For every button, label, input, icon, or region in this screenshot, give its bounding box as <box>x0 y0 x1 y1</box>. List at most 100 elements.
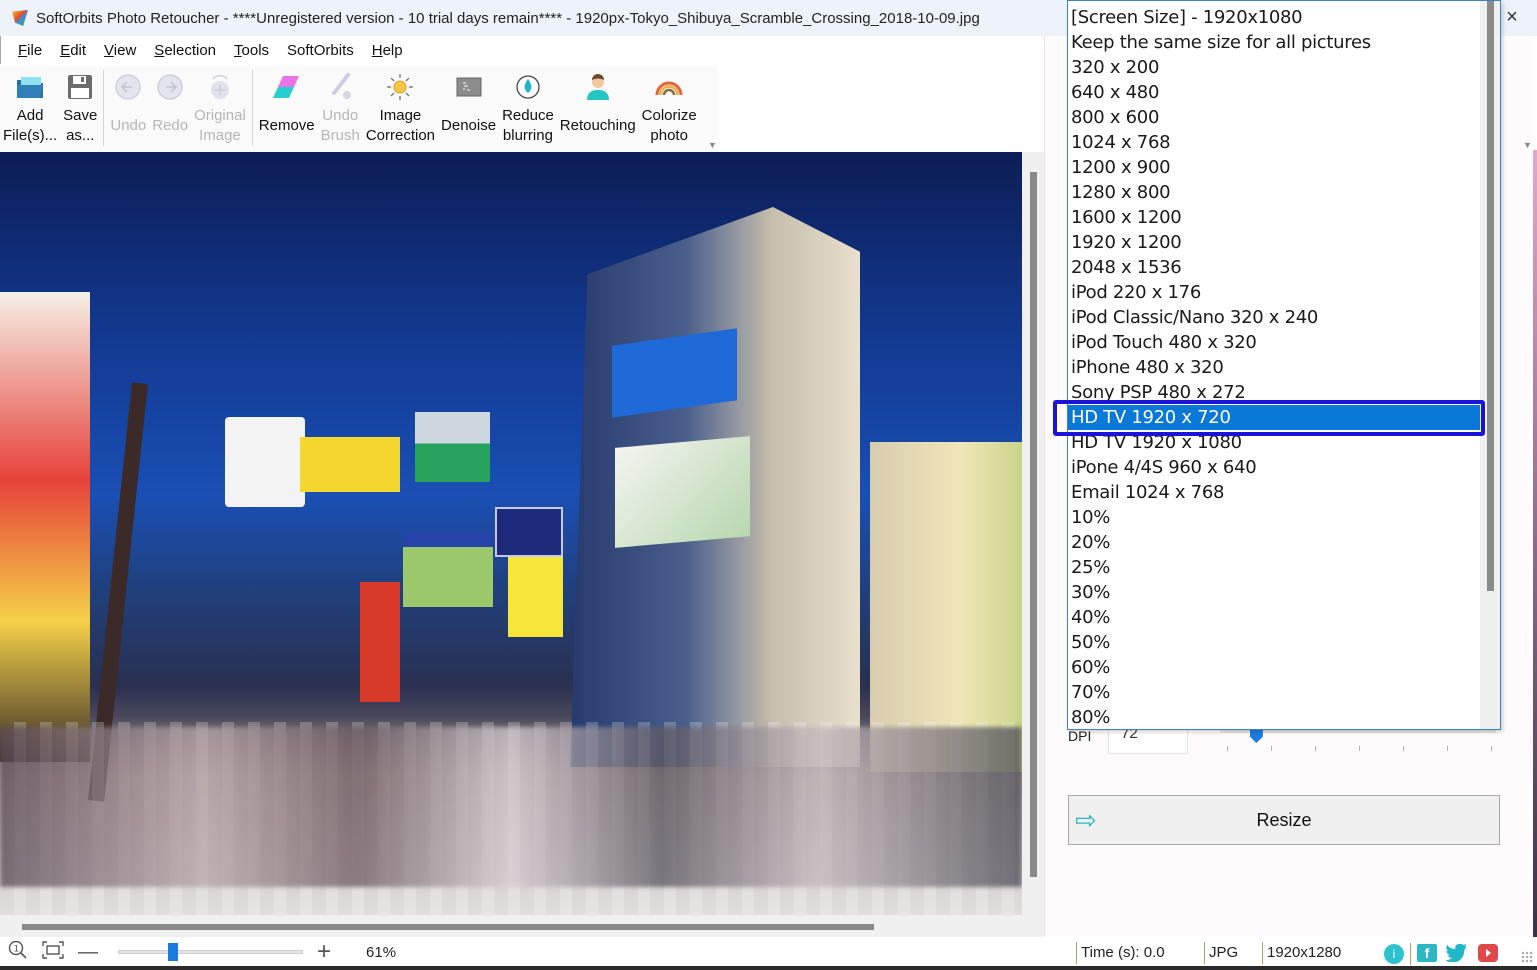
menu-tools[interactable]: Tools <box>234 42 269 59</box>
denoise-button[interactable]: Denoise <box>438 66 499 152</box>
fit-to-window-icon[interactable] <box>42 940 64 964</box>
menu-edit[interactable]: Edit <box>60 42 86 59</box>
size-option[interactable]: iPhone 480 x 320 <box>1068 355 1480 380</box>
dpi-slider-tick <box>1315 746 1316 751</box>
size-option[interactable]: 640 x 480 <box>1068 80 1480 105</box>
processing-time: Time (s): 0.0 <box>1076 942 1165 964</box>
size-option[interactable]: 30% <box>1068 580 1480 605</box>
resize-button-label: Resize <box>1256 809 1312 830</box>
retouching-button[interactable]: Retouching <box>557 66 639 152</box>
size-option[interactable]: 70% <box>1068 680 1480 705</box>
dpi-slider-tick <box>1271 746 1272 751</box>
size-option[interactable]: 10% <box>1068 505 1480 530</box>
twitter-icon[interactable] <box>1445 943 1468 963</box>
toolbar: Add File(s)... Save as... Undo Redo Orig… <box>0 66 718 152</box>
size-option[interactable]: 80% <box>1068 705 1480 729</box>
size-option[interactable]: 50% <box>1068 630 1480 655</box>
size-option[interactable]: 1024 x 768 <box>1068 130 1480 155</box>
size-option[interactable]: 2048 x 1536 <box>1068 255 1480 280</box>
svg-text:1: 1 <box>14 944 20 954</box>
eraser-icon <box>271 72 303 102</box>
photo-sign <box>403 532 493 607</box>
dpi-slider-tick <box>1227 746 1228 751</box>
size-option[interactable]: 60% <box>1068 655 1480 680</box>
zoom-in-icon[interactable]: + <box>317 938 331 966</box>
colorize-photo-button[interactable]: Colorize photo <box>639 66 700 152</box>
actual-size-zoom-icon[interactable]: 1 <box>8 940 28 965</box>
resize-button[interactable]: ⇨ Resize <box>1068 795 1500 845</box>
redo-button[interactable]: Redo <box>149 66 191 152</box>
toolbar-overflow-icon[interactable]: ▼ <box>708 140 717 150</box>
photo-ad-screen <box>615 436 750 548</box>
app-logo-icon <box>12 10 28 26</box>
size-option[interactable]: [Screen Size] - 1920x1080 <box>1068 5 1480 30</box>
size-option[interactable]: 20% <box>1068 530 1480 555</box>
add-files-button[interactable]: Add File(s)... <box>0 66 60 152</box>
remove-button[interactable]: Remove <box>256 66 318 152</box>
window-title: SoftOrbits Photo Retoucher - ****Unregis… <box>36 9 980 27</box>
floppy-disk-icon <box>64 72 96 102</box>
menu-help[interactable]: Help <box>372 42 403 59</box>
undo-arrow-icon <box>112 72 144 102</box>
zoom-out-icon[interactable]: — <box>78 941 98 964</box>
zoom-slider-thumb[interactable] <box>168 943 178 961</box>
size-option[interactable]: Keep the same size for all pictures <box>1068 30 1480 55</box>
sun-icon <box>384 72 416 102</box>
retouching-label: Retouching <box>559 117 636 134</box>
size-option[interactable]: Email 1024 x 768 <box>1068 480 1480 505</box>
youtube-icon[interactable] <box>1478 944 1498 962</box>
size-option[interactable]: 1600 x 1200 <box>1068 205 1480 230</box>
save-as-button[interactable]: Save as... <box>60 66 100 152</box>
size-option[interactable]: HD TV 1920 x 1080 <box>1068 430 1480 455</box>
photo-crowd <box>0 727 1022 887</box>
undo-button[interactable]: Undo <box>107 66 149 152</box>
rainbow-icon <box>653 72 685 102</box>
size-option[interactable]: iPod 220 x 176 <box>1068 280 1480 305</box>
close-icon[interactable]: × <box>1501 6 1523 28</box>
menu-selection[interactable]: Selection <box>154 42 216 59</box>
dpi-slider-tick <box>1447 746 1448 751</box>
size-option[interactable]: 800 x 600 <box>1068 105 1480 130</box>
image-canvas[interactable] <box>0 152 1022 915</box>
statusbar-divider <box>1410 943 1411 965</box>
noise-chip-icon <box>453 72 485 102</box>
window-resize-grip[interactable] <box>1521 951 1533 963</box>
zoom-slider[interactable] <box>118 943 303 961</box>
size-option[interactable]: 40% <box>1068 605 1480 630</box>
photo-image <box>0 152 1022 915</box>
size-option[interactable]: 25% <box>1068 555 1480 580</box>
photo-building-left <box>0 292 90 762</box>
menu-view[interactable]: View <box>104 42 136 59</box>
size-option[interactable]: 320 x 200 <box>1068 55 1480 80</box>
save-as-label: Save as... <box>63 107 98 144</box>
undo-brush-button[interactable]: Undo Brush <box>318 66 363 152</box>
reduce-blurring-button[interactable]: Reduce blurring <box>499 66 557 152</box>
person-icon <box>582 72 614 102</box>
canvas-vertical-scroll-thumb[interactable] <box>1030 172 1037 877</box>
size-option[interactable]: Sony PSP 480 x 272 <box>1068 380 1480 405</box>
size-option[interactable]: iPod Touch 480 x 320 <box>1068 330 1480 355</box>
folder-open-icon <box>14 72 46 102</box>
size-option[interactable]: 1280 x 800 <box>1068 180 1480 205</box>
canvas-horizontal-scroll-thumb[interactable] <box>22 924 874 930</box>
image-dimensions: 1920x1280 <box>1262 942 1341 964</box>
undo-brush-label: Undo Brush <box>320 107 360 144</box>
size-option-selected[interactable]: HD TV 1920 x 720 <box>1068 405 1480 430</box>
toolbar-separator <box>103 70 105 146</box>
menu-softorbits[interactable]: SoftOrbits <box>287 42 354 59</box>
size-preset-dropdown-list[interactable]: [Screen Size] - 1920x1080 Keep the same s… <box>1067 0 1501 730</box>
brush-icon <box>324 72 356 102</box>
info-icon[interactable]: i <box>1384 944 1404 964</box>
dropdown-scroll-thumb[interactable] <box>1487 1 1494 591</box>
size-option[interactable]: 1200 x 900 <box>1068 155 1480 180</box>
size-option[interactable]: iPod Classic/Nano 320 x 240 <box>1068 305 1480 330</box>
redo-arrow-icon <box>154 72 186 102</box>
size-option[interactable]: iPone 4/4S 960 x 640 <box>1068 455 1480 480</box>
size-option[interactable]: 1920 x 1200 <box>1068 230 1480 255</box>
original-image-button[interactable]: Original Image <box>191 66 249 152</box>
image-correction-button[interactable]: Image Correction <box>363 66 438 152</box>
zoom-percent: 61% <box>366 943 397 961</box>
facebook-icon[interactable]: f <box>1417 944 1437 962</box>
menu-file[interactable]: File <box>18 42 42 59</box>
panel-overflow-icon[interactable]: ▼ <box>1523 140 1532 150</box>
